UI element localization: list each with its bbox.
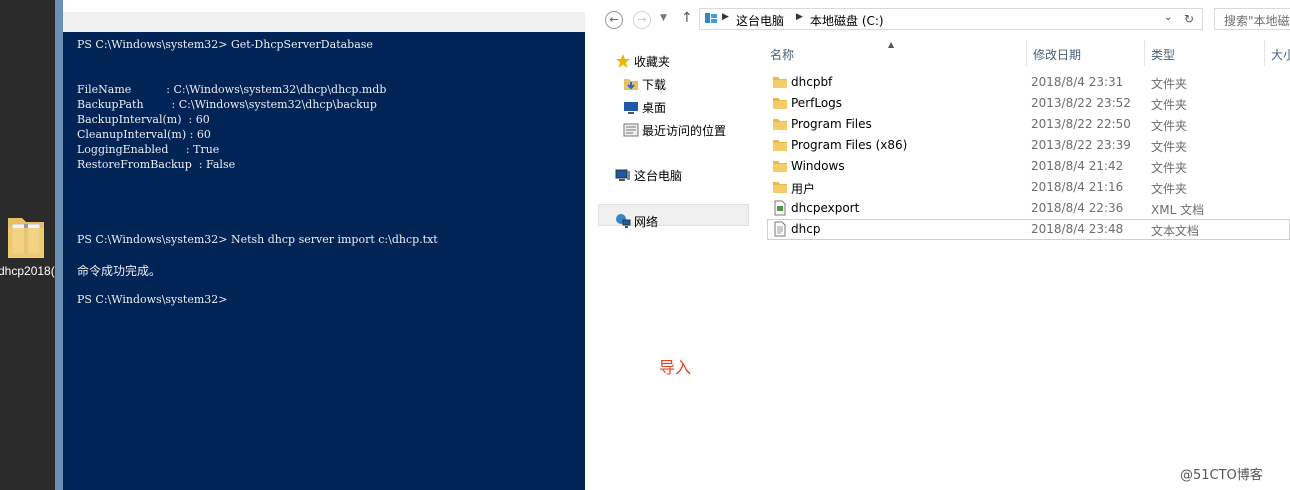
breadcrumb-this-pc[interactable]: 这台电脑 xyxy=(736,12,784,29)
console-line: CleanupInterval(m) : 60 xyxy=(77,128,211,141)
console-line: BackupInterval(m) : 60 xyxy=(77,113,210,126)
text-file-icon xyxy=(772,221,788,237)
forward-button[interactable]: → xyxy=(633,11,651,29)
folder-icon xyxy=(772,137,788,153)
file-row[interactable]: dhcpexport 2018/8/4 22:36 XML 文档 xyxy=(750,198,1290,219)
back-button[interactable]: ← xyxy=(605,11,623,29)
console-line: PS C:\Windows\system32> Get-DhcpServerDa… xyxy=(77,38,373,51)
network-icon xyxy=(615,213,631,229)
column-header-type[interactable]: 类型 xyxy=(1145,40,1265,66)
window-title-strip xyxy=(63,12,585,32)
file-row[interactable]: 用户 2018/8/4 21:16 文件夹 xyxy=(750,177,1290,198)
window-top-border xyxy=(55,0,593,12)
xml-file-icon xyxy=(772,200,788,216)
recent-places-icon xyxy=(623,122,639,138)
navigation-pane: 收藏夹 下载 桌面 最近访问的位置 这台电脑 网络 xyxy=(593,40,750,490)
column-header-name[interactable]: 名称 xyxy=(764,40,1027,66)
address-dropdown-chevron-icon[interactable]: ⌄ xyxy=(1164,12,1172,23)
file-row[interactable]: Windows 2018/8/4 21:42 文件夹 xyxy=(750,156,1290,177)
address-bar[interactable]: ▶ 这台电脑 ▶ 本地磁盘 (C:) ⌄ ↻ xyxy=(699,8,1203,30)
watermark: @51CTO博客 xyxy=(1180,468,1263,483)
folder-icon xyxy=(772,158,788,174)
folder-icon xyxy=(772,74,788,90)
recent-locations-chevron-icon[interactable]: ▼ xyxy=(660,13,667,23)
console-line: 命令成功完成。 xyxy=(77,264,162,278)
file-row[interactable]: dhcpbf 2018/8/4 23:31 文件夹 xyxy=(750,72,1290,93)
up-button[interactable]: ↑ xyxy=(681,10,693,26)
window-left-border xyxy=(55,0,63,490)
column-header-date[interactable]: 修改日期 xyxy=(1027,40,1145,66)
star-icon xyxy=(615,53,631,69)
file-explorer-window: ← → ▼ ↑ ▶ 这台电脑 ▶ 本地磁盘 (C:) ⌄ ↻ 搜索"本地磁 收藏… xyxy=(593,0,1290,490)
zip-folder-icon[interactable] xyxy=(6,210,46,262)
computer-icon xyxy=(704,11,718,28)
console-line: RestoreFromBackup : False xyxy=(77,158,236,171)
breadcrumb-separator-icon: ▶ xyxy=(796,12,803,22)
file-row[interactable]: PerfLogs 2013/8/22 23:52 文件夹 xyxy=(750,93,1290,114)
breadcrumb-separator-icon: ▶ xyxy=(722,12,729,22)
console-line: PS C:\Windows\system32> Netsh dhcp serve… xyxy=(77,233,438,246)
search-input[interactable]: 搜索"本地磁 xyxy=(1214,8,1290,30)
this-pc-icon xyxy=(615,167,631,183)
refresh-icon[interactable]: ↻ xyxy=(1184,12,1194,26)
breadcrumb-local-disk[interactable]: 本地磁盘 (C:) xyxy=(810,12,884,29)
folder-icon xyxy=(772,95,788,111)
file-row[interactable]: Program Files 2013/8/22 22:50 文件夹 xyxy=(750,114,1290,135)
column-headers: ▲ 名称 修改日期 类型 大小 xyxy=(750,40,1290,66)
desktop-area: dhcp2018( xyxy=(0,0,55,490)
console-line: FileName : C:\Windows\system32\dhcp\dhcp… xyxy=(77,83,387,96)
desktop-icon xyxy=(623,99,639,115)
file-row[interactable]: Program Files (x86) 2013/8/22 23:39 文件夹 xyxy=(750,135,1290,156)
column-header-size[interactable]: 大小 xyxy=(1265,40,1290,66)
folder-icon xyxy=(772,116,788,132)
downloads-icon xyxy=(623,76,639,92)
folder-icon xyxy=(772,179,788,195)
console-prompt: PS C:\Windows\system32> xyxy=(77,293,228,306)
window-right-border xyxy=(585,0,593,490)
console-line: LoggingEnabled : True xyxy=(77,143,220,156)
annotation-label: 导入 xyxy=(659,358,692,377)
file-row-selected[interactable]: dhcp 2018/8/4 23:48 文本文档 xyxy=(767,219,1290,240)
powershell-console[interactable]: PS C:\Windows\system32> Get-DhcpServerDa… xyxy=(63,32,585,490)
console-line: BackupPath : C:\Windows\system32\dhcp\ba… xyxy=(77,98,377,111)
